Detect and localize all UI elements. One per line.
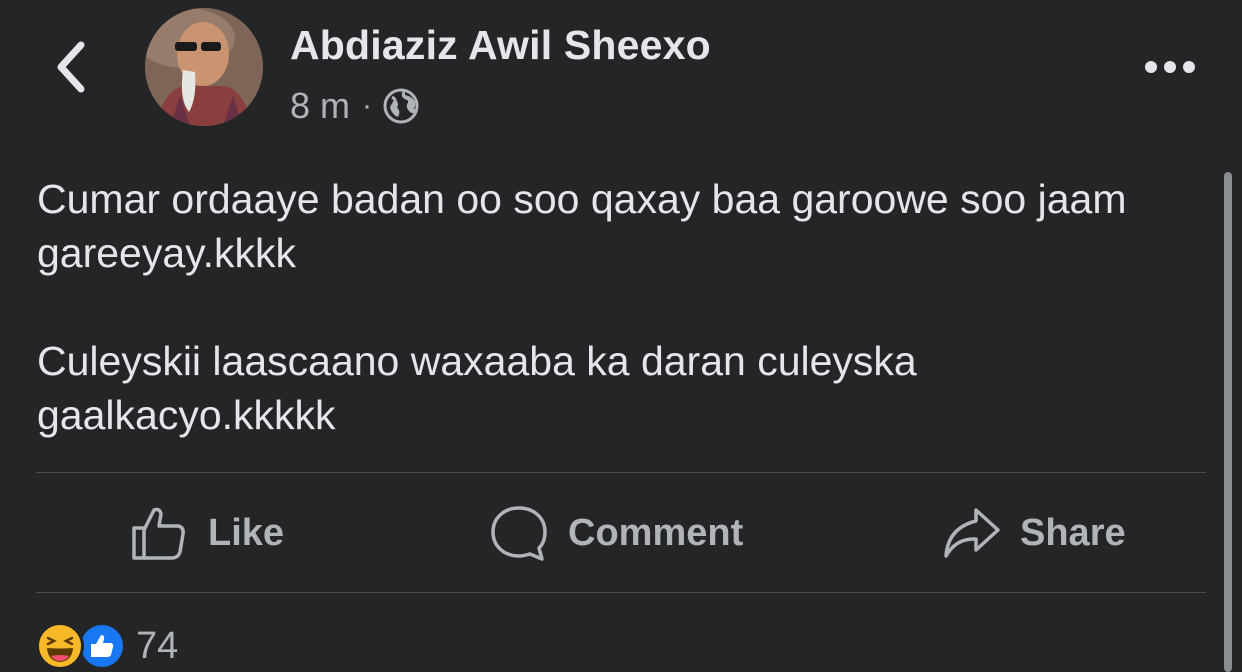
laughing-emoji-icon	[36, 622, 84, 670]
post-meta: 8 m ·	[290, 84, 420, 128]
like-button[interactable]: Like	[130, 474, 284, 592]
comment-button[interactable]: Comment	[490, 474, 743, 592]
post-paragraph: Culeyskii laascaano waxaaba ka daran cul…	[37, 338, 917, 438]
post-actions-bar: Like Comment Share	[36, 474, 1206, 592]
meta-separator: ·	[362, 89, 373, 122]
globe-icon	[383, 88, 419, 124]
comment-label: Comment	[568, 511, 744, 554]
post-header: Abdiaziz Awil Sheexo 8 m ·	[0, 0, 1242, 140]
post-body: Cumar ordaaye badan oo soo qaxay baa gar…	[37, 172, 1197, 496]
chevron-left-icon	[57, 41, 85, 93]
share-arrow-icon	[944, 508, 1000, 558]
thumbs-up-icon	[132, 507, 185, 560]
like-label: Like	[208, 511, 285, 554]
more-horizontal-icon	[1145, 61, 1195, 73]
author-name[interactable]: Abdiaziz Awil Sheexo	[290, 22, 711, 69]
reactions-summary[interactable]: 74	[36, 622, 179, 670]
avatar[interactable]	[145, 8, 263, 126]
share-button[interactable]: Share	[942, 474, 1126, 592]
divider	[36, 472, 1206, 473]
post-timestamp[interactable]: 8 m	[290, 85, 350, 127]
thumbs-up-icon	[78, 622, 126, 670]
reaction-count: 74	[136, 624, 179, 667]
share-label: Share	[1020, 511, 1126, 554]
divider	[36, 592, 1206, 593]
more-options-button[interactable]	[1140, 50, 1200, 84]
back-button[interactable]	[40, 34, 100, 100]
scrollbar[interactable]	[1224, 172, 1232, 672]
comment-bubble-icon	[491, 506, 547, 561]
post-paragraph: Cumar ordaaye badan oo soo qaxay baa gar…	[37, 176, 1127, 276]
